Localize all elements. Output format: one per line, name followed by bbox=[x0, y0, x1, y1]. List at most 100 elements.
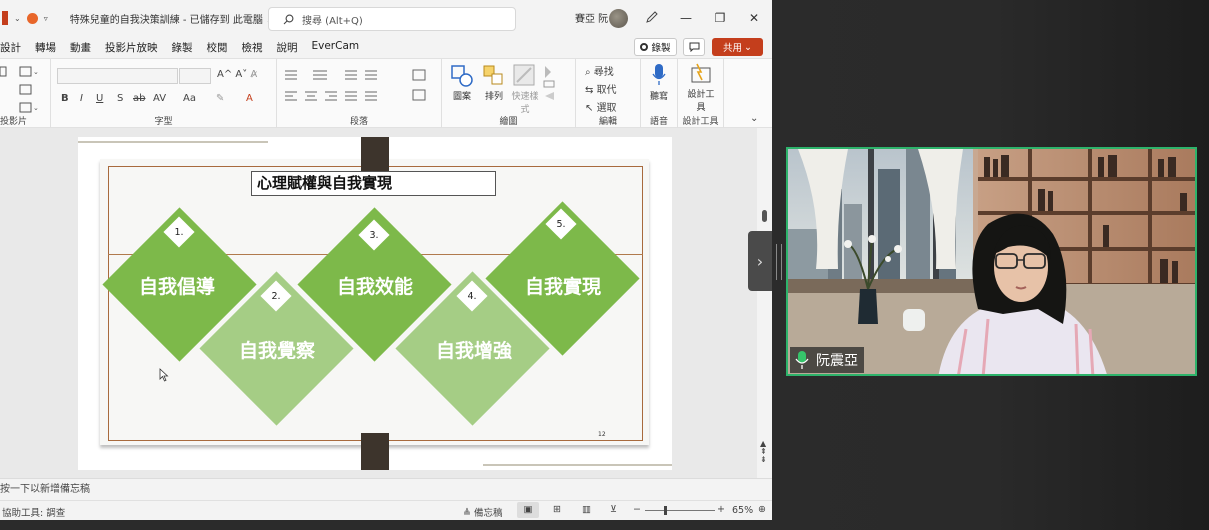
powerpoint-app-icon bbox=[2, 11, 8, 25]
ribbon-tab[interactable]: 投影片放映 bbox=[105, 40, 158, 55]
status-bar: 協助工具: 調查 ≜ 備忘稿 ▣ ⊞ ▥ ⊻ − + 65% ⊕ bbox=[0, 500, 772, 520]
zoom-out-icon[interactable]: − bbox=[633, 504, 641, 515]
slideshow-icon[interactable]: ⊻ bbox=[610, 504, 617, 515]
char-spacing-icon[interactable]: AV bbox=[153, 93, 166, 104]
zoom-slider-thumb[interactable] bbox=[664, 506, 667, 515]
participant-video[interactable] bbox=[786, 147, 1197, 376]
maximize-button[interactable]: ❐ bbox=[712, 10, 728, 26]
ribbon-group-label: 字型 bbox=[154, 117, 173, 127]
share-button[interactable]: 共用 ⌄ bbox=[712, 38, 763, 56]
search-box[interactable]: 搜尋 (Alt+Q) bbox=[268, 7, 516, 31]
arrange-button-label[interactable]: 排列 bbox=[479, 89, 509, 102]
strikethrough-icon[interactable]: ab bbox=[133, 93, 145, 104]
italic-icon[interactable]: I bbox=[80, 93, 83, 104]
shapes-button-label[interactable]: 圖案 bbox=[447, 89, 477, 102]
font-family-dropdown[interactable] bbox=[57, 68, 178, 84]
participant-name: 阮震亞 bbox=[816, 353, 858, 369]
panel-collapse-button[interactable]: › bbox=[748, 231, 772, 291]
reading-view-icon[interactable]: ▥ bbox=[582, 504, 591, 515]
vertical-scrollbar[interactable]: ▲ ⇞ ⇟ bbox=[757, 128, 772, 478]
svg-text:⌄: ⌄ bbox=[33, 104, 39, 112]
find-button[interactable]: ⌕ 尋找 bbox=[585, 63, 614, 78]
bold-icon[interactable]: B bbox=[61, 93, 69, 104]
notes-placeholder: 按一下以新增備忘稿 bbox=[0, 484, 90, 495]
highlight-icon[interactable]: ✎ bbox=[216, 93, 224, 104]
replace-button[interactable]: ⇆ 取代 bbox=[585, 81, 617, 96]
microphone-icon[interactable] bbox=[651, 63, 667, 87]
collapse-ribbon-icon[interactable]: ⌄ bbox=[750, 113, 758, 124]
notes-toggle[interactable]: ≜ 備忘稿 bbox=[463, 505, 503, 519]
shadow-icon[interactable]: S bbox=[117, 93, 123, 104]
zoom-slider[interactable] bbox=[645, 510, 715, 511]
scroll-thumb[interactable] bbox=[762, 210, 767, 222]
font-color-icon[interactable]: A bbox=[246, 93, 253, 104]
avatar[interactable] bbox=[609, 9, 628, 28]
zoom-in-icon[interactable]: + bbox=[717, 504, 725, 515]
step-label: 自我實現 bbox=[524, 276, 601, 298]
ribbon-tab[interactable]: 錄製 bbox=[172, 40, 193, 55]
chevron-down-icon: ⌄ bbox=[744, 41, 752, 53]
resize-handle[interactable] bbox=[776, 244, 782, 280]
share-label: 共用 bbox=[723, 43, 743, 54]
replace-label: 取代 bbox=[596, 85, 617, 96]
ribbon-tab[interactable]: 動畫 bbox=[70, 40, 91, 55]
ribbon-group-font: A^ A˅ A̷ B I U S ab AV Aa ✎ A 字型 bbox=[51, 59, 277, 129]
powerpoint-window: ⌄ ▿ 特殊兒童的自我決策訓練 - 已儲存到 此電腦⌄ 搜尋 (Alt+Q) 賽… bbox=[0, 0, 772, 530]
ribbon-tab[interactable]: 檢視 bbox=[242, 40, 263, 55]
normal-view-icon[interactable]: ▣ bbox=[517, 502, 539, 518]
slide-title[interactable]: 心理賦權與自我實現 bbox=[251, 171, 496, 196]
ribbon-tab[interactable]: EverCam bbox=[312, 40, 360, 55]
designer-button-label[interactable]: 設計工具 bbox=[686, 87, 716, 113]
comments-button[interactable] bbox=[683, 38, 705, 56]
slide-decoration-line bbox=[78, 141, 268, 143]
minimize-button[interactable]: — bbox=[678, 10, 694, 26]
ribbon-group-label: 設計工具 bbox=[682, 117, 719, 127]
ribbon-tab[interactable]: 設計 bbox=[0, 40, 21, 55]
underline-icon[interactable]: U bbox=[96, 93, 103, 104]
chevron-right-icon: › bbox=[756, 251, 764, 271]
quick-styles-icon[interactable] bbox=[513, 64, 537, 88]
pen-icon[interactable] bbox=[645, 10, 659, 27]
cursor-icon: ↖ bbox=[585, 103, 597, 114]
customize-toolbar-icon[interactable]: ▿ bbox=[44, 14, 48, 23]
accessibility-status[interactable]: 協助工具: 調查 bbox=[2, 505, 65, 519]
select-button[interactable]: ↖ 選取 bbox=[585, 99, 617, 114]
step-label: 自我覺察 bbox=[238, 340, 315, 362]
shapes-icon[interactable] bbox=[450, 64, 474, 88]
ribbon-group-slides: ⌄ ⌄ 投影片 bbox=[0, 59, 51, 129]
ribbon-tab[interactable]: 說明 bbox=[277, 40, 298, 55]
close-button[interactable]: ✕ bbox=[746, 10, 762, 26]
ribbon-tab[interactable]: 轉場 bbox=[35, 40, 56, 55]
record-button[interactable]: 錄製 bbox=[634, 38, 677, 56]
paragraph-icons[interactable] bbox=[283, 68, 433, 108]
change-case-icon[interactable]: Aa bbox=[183, 93, 196, 104]
arrange-icon[interactable] bbox=[482, 64, 506, 88]
dictate-button-label[interactable]: 聽寫 bbox=[644, 89, 674, 102]
font-size-dropdown[interactable] bbox=[179, 68, 211, 84]
scroll-arrows-icon[interactable]: ▲ ⇞ ⇟ bbox=[760, 440, 767, 464]
find-label: 尋找 bbox=[593, 67, 614, 78]
chevron-down-icon[interactable]: ⌄ bbox=[14, 14, 21, 23]
slide-sorter-icon[interactable]: ⊞ bbox=[553, 504, 561, 515]
fit-slide-icon[interactable]: ⊕ bbox=[758, 504, 766, 515]
ribbon-tab[interactable]: 校閱 bbox=[207, 40, 228, 55]
record-app-icon[interactable] bbox=[26, 12, 38, 24]
quick-styles-button-label[interactable]: 快速樣式 bbox=[510, 89, 540, 115]
font-grow-icon[interactable]: A^ A˅ A̷ bbox=[217, 69, 257, 80]
step-number: 5. bbox=[556, 219, 566, 230]
slide-layout-icon[interactable]: ⌄ ⌄ bbox=[0, 66, 40, 116]
ribbon-group-label: 繪圖 bbox=[499, 117, 518, 127]
designer-icon[interactable] bbox=[690, 63, 712, 85]
shape-fill-icons[interactable] bbox=[542, 64, 572, 108]
document-title[interactable]: 特殊兒童的自我決策訓練 - 已儲存到 此電腦⌄ bbox=[70, 11, 274, 26]
step-number: 4. bbox=[467, 291, 477, 302]
slide-page-number: 12 bbox=[598, 431, 606, 438]
ribbon-group-label: 投影片 bbox=[0, 117, 28, 127]
user-name[interactable]: 賽亞 阮 bbox=[575, 10, 608, 25]
slide-decoration-line bbox=[483, 464, 672, 466]
ribbon-group-label: 段落 bbox=[349, 117, 368, 127]
slide-decoration-block bbox=[361, 137, 389, 171]
notes-pane[interactable]: 按一下以新增備忘稿 bbox=[0, 478, 772, 500]
replace-icon: ⇆ bbox=[585, 85, 597, 96]
zoom-level[interactable]: 65% bbox=[732, 505, 753, 516]
